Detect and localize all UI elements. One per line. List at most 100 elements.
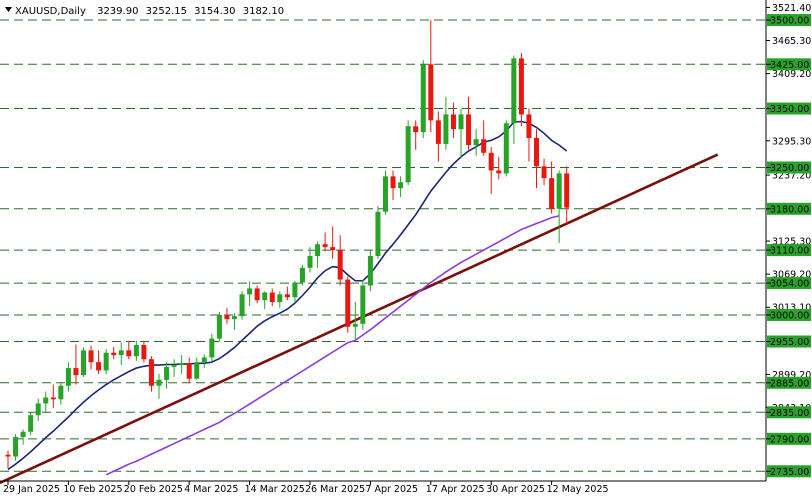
candle-body (164, 366, 170, 380)
candle-body (503, 123, 509, 174)
candle-body (277, 294, 283, 302)
candle-body (171, 365, 177, 367)
candle-body (458, 114, 464, 130)
candle-body (126, 350, 132, 357)
candle-body (28, 415, 34, 432)
level-price-label[interactable]: 3500.00 (766, 14, 811, 27)
level-label-text: 3350.00 (770, 104, 809, 115)
level-price-label[interactable]: 3180.00 (766, 202, 811, 216)
level-price-label[interactable]: 3054.00 (766, 277, 811, 290)
level-price-label[interactable]: 2955.00 (766, 335, 811, 349)
level-price-label[interactable]: 3000.00 (766, 308, 811, 322)
candle-body (526, 114, 532, 139)
level-label-text: 3054.00 (770, 279, 809, 290)
candle-body (511, 58, 517, 124)
candle-body (405, 126, 411, 183)
candle-body (186, 363, 192, 379)
candle-body (254, 288, 260, 301)
time-tick-label: 4 Mar 2025 (184, 484, 238, 495)
candle-body (360, 285, 366, 324)
candle-body (65, 368, 71, 386)
level-label-text: 3250.00 (770, 163, 809, 174)
candle-body (13, 437, 19, 457)
bullish-candle[interactable] (405, 120, 411, 186)
candle-body (141, 345, 147, 360)
bullish-candle[interactable] (367, 250, 373, 292)
candle-body (450, 114, 456, 130)
candle-body (330, 247, 336, 251)
candle-body (224, 314, 230, 320)
bullish-candle[interactable] (239, 291, 245, 320)
level-label-text: 2735.00 (770, 467, 809, 478)
bullish-candle[interactable] (216, 312, 222, 342)
candle-body (156, 379, 162, 386)
time-tick-label: 10 Feb 2025 (63, 484, 122, 495)
candle-body (549, 178, 555, 209)
level-label-text: 2955.00 (770, 337, 809, 348)
ohlc-close: 3182.10 (243, 6, 284, 17)
time-tick-label: 12 May 2025 (547, 484, 609, 495)
time-tick-label: 20 Feb 2025 (124, 484, 183, 495)
time-tick-label: 17 Apr 2025 (426, 484, 485, 495)
bullish-candle[interactable] (383, 170, 388, 215)
candle-body (352, 323, 358, 327)
level-label-text: 2790.00 (770, 434, 809, 445)
candle-body (209, 338, 215, 358)
level-price-label[interactable]: 2885.00 (766, 376, 811, 390)
level-label-text: 3500.00 (770, 16, 809, 27)
ohlc-low: 3154.30 (194, 6, 235, 17)
time-ticks: 29 Jan 2025 10 Feb 2025 20 Feb 2025 4 Mar 2… (3, 481, 609, 495)
candle-body (345, 279, 351, 327)
symbol-label: XAUUSD (15, 6, 58, 17)
level-label-text: 3110.00 (770, 246, 809, 257)
candle-body (496, 170, 502, 174)
candle-body (443, 114, 449, 144)
bullish-candle[interactable] (375, 205, 381, 259)
bullish-candle[interactable] (360, 279, 366, 330)
level-price-label[interactable]: 3250.00 (766, 161, 811, 175)
level-label-text: 2835.00 (770, 408, 809, 419)
level-price-label[interactable]: 3110.00 (766, 244, 811, 257)
candle-body (148, 359, 154, 386)
candle-body (420, 64, 426, 133)
bullish-candle[interactable] (420, 60, 426, 139)
level-price-label[interactable]: 3350.00 (766, 102, 811, 116)
candle-body (337, 250, 343, 280)
candle-body (292, 282, 298, 298)
bearish-candle[interactable] (345, 276, 351, 333)
ohlc-high: 3252.15 (146, 6, 187, 17)
candle-body (96, 362, 102, 371)
candle-body (247, 288, 253, 295)
price-tick-label: 3465.30 (772, 36, 811, 47)
candle-body (239, 294, 245, 317)
candle-body (435, 120, 441, 144)
candle-body (534, 138, 539, 167)
chart-title: XAUUSD,Daily 3239.90 3252.15 3154.30 318… (15, 6, 284, 17)
level-price-label[interactable]: 3425.00 (766, 58, 811, 71)
level-price-label[interactable]: 2790.00 (766, 432, 811, 446)
candle-body (413, 126, 419, 133)
timeframe-label: Daily (61, 6, 86, 17)
candle-body (473, 139, 479, 146)
level-price-label[interactable]: 2735.00 (766, 465, 811, 478)
level-label-text: 3425.00 (770, 60, 809, 71)
bullish-candle[interactable] (103, 349, 109, 374)
chart-canvas: 3521.403465.303409.203295.303237.203125.… (0, 0, 812, 499)
bullish-candle[interactable] (81, 347, 86, 377)
level-price-label[interactable]: 2835.00 (766, 406, 811, 419)
bullish-candle[interactable] (299, 264, 305, 286)
candle-body (375, 211, 381, 256)
candle-body (88, 350, 94, 363)
candle-body (315, 244, 321, 256)
candle-body (466, 114, 472, 146)
candle-body (398, 182, 404, 189)
candle-body (269, 292, 275, 302)
candle-body (5, 454, 11, 457)
candle-body (50, 397, 56, 400)
price-chart[interactable]: 3521.40 3465.30 3409.20 3295.30 3237.20 3125.… (0, 0, 812, 499)
price-tick-label: 3521.40 (772, 3, 811, 14)
level-label-text: 3180.00 (770, 204, 809, 215)
candle-body (518, 58, 524, 115)
bullish-candle[interactable] (503, 120, 509, 177)
candle-body (133, 345, 139, 357)
